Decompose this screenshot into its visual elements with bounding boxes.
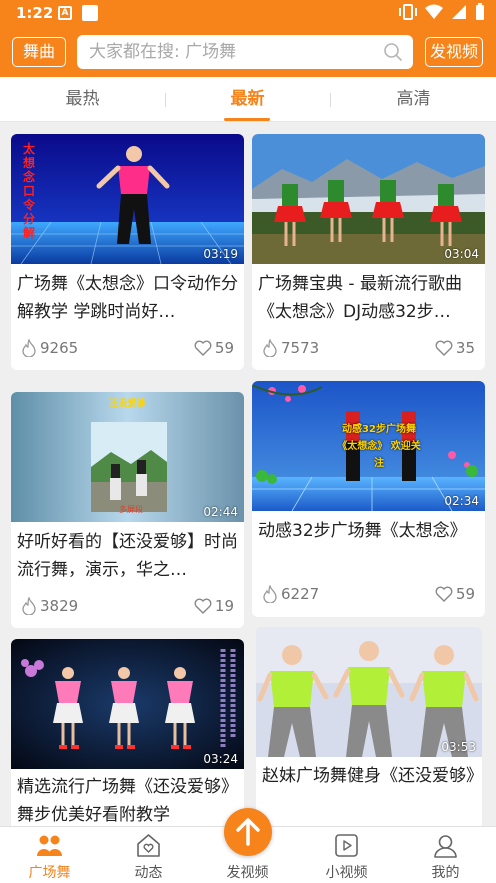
video-duration: 03:53 [441,740,476,754]
video-duration: 02:44 [203,505,238,519]
views-count: 7573 [281,339,320,357]
video-card[interactable]: 动感32步广场舞 《太想念》 欢迎关注 02:34 动感32步广场舞《太想念》 … [252,381,485,617]
nav-feed[interactable]: 动态 [99,827,198,883]
video-duration: 02:34 [444,494,479,508]
heart-house-icon [137,834,160,857]
thumbnail-text: 还没爱够 [109,399,146,409]
svg-text:多屏段: 多屏段 [119,504,143,514]
status-bar: 1:22 A [0,0,496,28]
heart-icon[interactable] [194,340,212,356]
heart-icon[interactable] [194,598,212,614]
status-icons [398,3,486,21]
search-input[interactable] [89,35,379,69]
video-card[interactable]: 03:04 广场舞宝典 - 最新流行歌曲《太想念》DJ动感32步… 7573 3… [252,134,485,370]
video-thumbnail[interactable]: 03:53 [256,627,482,757]
video-meta: 3829 19 [21,597,234,617]
nav-label: 发视频 [226,865,269,881]
nav-label: 小视频 [325,865,368,881]
video-thumbnail[interactable]: 03:04 [252,134,485,264]
video-title[interactable]: 精选流行广场舞《还没爱够》舞步优美好看附教学 [17,773,240,829]
nav-label: 动态 [134,865,163,881]
video-title[interactable]: 好听好看的【还没爱够】时尚流行舞，演示，华之… [17,528,240,584]
search-bar[interactable] [77,35,413,69]
tab-hd[interactable]: 高清 [331,77,496,122]
video-duration: 03:24 [203,752,238,766]
nav-label: 我的 [431,865,460,881]
user-icon [434,835,457,858]
video-thumbnail[interactable]: 多屏段 还没爱够 02:44 [11,392,244,522]
video-card[interactable]: 03:24 精选流行广场舞《还没爱够》舞步优美好看附教学 [11,639,244,839]
likes-stat[interactable]: 19 [194,597,234,615]
upload-fab-button[interactable] [224,808,272,856]
video-thumbnail[interactable]: 动感32步广场舞 《太想念》 欢迎关注 02:34 [252,381,485,511]
feed-tabs: 最热 最新 高清 [0,77,496,122]
people-icon [37,835,62,856]
tab-hottest[interactable]: 最热 [0,77,165,122]
views-count: 6227 [281,585,320,603]
signal-icon [452,5,466,19]
likes-count: 59 [455,585,475,603]
views-stat: 3829 [21,597,78,615]
flame-icon [22,339,36,357]
flame-icon [22,597,36,615]
video-meta: 9265 59 [21,339,234,359]
play-box-icon [335,834,358,857]
video-title[interactable]: 动感32步广场舞《太想念》 [258,517,481,545]
search-icon[interactable] [383,42,403,62]
video-title[interactable]: 广场舞宝典 - 最新流行歌曲《太想念》DJ动感32步… [258,270,481,326]
heart-icon[interactable] [435,340,453,356]
video-card[interactable]: 03:53 赵妹广场舞健身《还没爱够》 [256,627,482,832]
video-meta: 7573 35 [262,339,475,359]
video-duration: 03:19 [203,247,238,261]
likes-count: 35 [455,339,475,357]
video-title[interactable]: 赵妹广场舞健身《还没爱够》 [262,762,476,790]
video-thumbnail[interactable]: 03:24 [11,639,244,769]
video-meta: 6227 59 [262,585,475,605]
likes-stat[interactable]: 35 [435,339,475,357]
status-time: 1:22 [16,4,54,22]
video-duration: 03:04 [444,247,479,261]
video-title[interactable]: 广场舞《太想念》口令动作分解教学 学跳时尚好… [17,270,240,326]
notification-square-icon [82,5,98,21]
likes-count: 59 [214,339,234,357]
post-video-button[interactable]: 发视频 [425,37,483,67]
nav-square-dance[interactable]: 广场舞 [0,827,99,883]
video-card[interactable]: 多屏段 还没爱够 02:44 好听好看的【还没爱够】时尚流行舞，演示，华之… 3… [11,392,244,628]
likes-count: 19 [214,597,234,615]
views-count: 3829 [40,597,79,615]
nav-short-video[interactable]: 小视频 [297,827,396,883]
top-header: 1:22 A 舞曲 发视频 [0,0,496,77]
thumbnail-text: 太想念 口令分解 [23,142,36,240]
nav-profile[interactable]: 我的 [396,827,495,883]
music-button[interactable]: 舞曲 [12,37,66,67]
flame-icon [263,585,277,603]
tab-newest[interactable]: 最新 [165,77,330,122]
nav-label: 广场舞 [28,865,71,881]
views-stat: 6227 [262,585,319,603]
video-card[interactable]: 太想念 口令分解 03:19 广场舞《太想念》口令动作分解教学 学跳时尚好… 9… [11,134,244,370]
vibrate-icon [399,4,417,20]
views-count: 9265 [40,339,79,357]
views-stat: 9265 [21,339,78,357]
notification-a-icon: A [58,6,72,20]
wifi-icon [425,4,443,19]
active-tab-indicator [224,118,270,121]
thumbnail-text: 动感32步广场舞 《太想念》 欢迎关注 [337,424,421,469]
upload-arrow-icon [236,818,260,846]
likes-stat[interactable]: 59 [194,339,234,357]
views-stat: 7573 [262,339,319,357]
heart-icon[interactable] [435,586,453,602]
flame-icon [263,339,277,357]
likes-stat[interactable]: 59 [435,585,475,603]
video-thumbnail[interactable]: 太想念 口令分解 03:19 [11,134,244,264]
battery-icon [476,3,484,20]
